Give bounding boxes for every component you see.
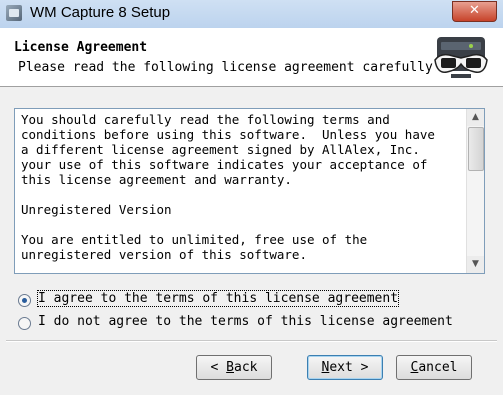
close-button[interactable]: ✕ bbox=[452, 1, 497, 22]
back-button-accelerator: B bbox=[226, 360, 234, 375]
license-text: You should carefully read the following … bbox=[21, 112, 461, 277]
agree-radio-label[interactable]: I agree to the terms of this license agr… bbox=[36, 290, 400, 307]
setup-window: WM Capture 8 Setup ✕ License Agreement P… bbox=[0, 0, 503, 395]
next-button-label: ext > bbox=[329, 360, 369, 375]
title-bar[interactable]: WM Capture 8 Setup ✕ bbox=[0, 0, 503, 29]
page-subtitle: Please read the following license agreem… bbox=[18, 60, 436, 75]
disagree-radio[interactable] bbox=[18, 317, 31, 330]
disagree-radio-label[interactable]: I do not agree to the terms of this lice… bbox=[38, 314, 453, 329]
scroll-down-arrow-icon[interactable]: ▼ bbox=[467, 256, 484, 273]
back-button[interactable]: < Back bbox=[196, 355, 272, 380]
license-paragraph-heading: Unregistered Version bbox=[21, 202, 172, 217]
license-text-box[interactable]: You should carefully read the following … bbox=[14, 108, 485, 274]
cancel-button-label: ancel bbox=[418, 360, 458, 375]
footer-divider bbox=[6, 340, 497, 342]
license-paragraph-intro: You should carefully read the following … bbox=[21, 112, 435, 187]
scroll-thumb[interactable] bbox=[468, 127, 484, 171]
app-icon bbox=[6, 5, 22, 21]
agree-radio[interactable] bbox=[18, 294, 31, 307]
next-button[interactable]: Next > bbox=[307, 355, 383, 380]
vertical-scrollbar[interactable]: ▲ ▼ bbox=[466, 109, 484, 273]
back-button-label: ack bbox=[234, 360, 258, 375]
cancel-button[interactable]: Cancel bbox=[396, 355, 472, 380]
header-panel: License Agreement Please read the follow… bbox=[0, 28, 503, 87]
app-logo-icon bbox=[434, 37, 488, 78]
license-paragraph-free-use: You are entitled to unlimited, free use … bbox=[21, 232, 368, 262]
window-title: WM Capture 8 Setup bbox=[30, 4, 171, 21]
scroll-up-arrow-icon[interactable]: ▲ bbox=[467, 109, 484, 126]
back-button-prefix: < bbox=[210, 360, 227, 375]
page-title: License Agreement bbox=[14, 40, 148, 55]
